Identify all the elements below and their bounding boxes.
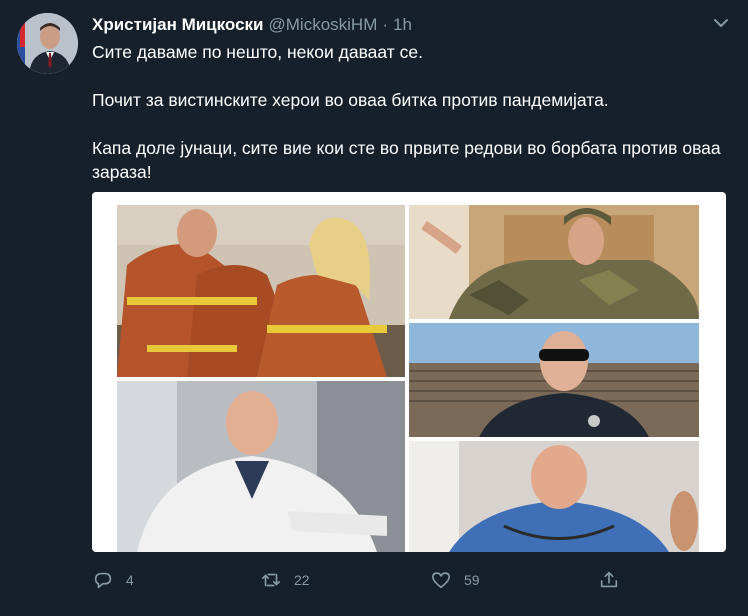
photo-surgeon [409, 441, 699, 552]
tweet-paragraph: Капа доле јунаци, сите вие кои сте во пр… [92, 138, 721, 182]
avatar-image [17, 13, 78, 74]
tweet-card[interactable]: Христијан Мицкоски @MickoskiHM · 1h Сите… [0, 0, 748, 616]
tweet-header: Христијан Мицкоски @MickoskiHM · 1h [92, 14, 412, 36]
reply-button[interactable]: 4 [92, 568, 134, 592]
photo-police-officer [409, 323, 699, 437]
share-icon [600, 571, 618, 588]
photo-soldier [409, 205, 699, 319]
tweet-text: Сите даваме по нешто, некои даваат се. П… [92, 40, 732, 184]
retweet-count: 22 [294, 572, 310, 588]
author-handle[interactable]: @MickoskiHM [269, 15, 378, 35]
retweet-icon [261, 573, 281, 587]
like-button[interactable]: 59 [430, 568, 480, 592]
tweet-paragraph: Почит за вистинските херои во оваа битка… [92, 90, 609, 110]
retweet-button[interactable]: 22 [260, 568, 310, 592]
author-name[interactable]: Христијан Мицкоски [92, 15, 264, 35]
tweet-paragraph: Сите даваме по нешто, некои даваат се. [92, 42, 423, 62]
reply-icon [94, 572, 112, 589]
reply-count: 4 [126, 572, 134, 588]
tweet-media-image[interactable] [92, 192, 726, 552]
separator-dot: · [382, 15, 389, 34]
timestamp[interactable]: 1h [393, 15, 412, 35]
chevron-down-icon[interactable] [712, 14, 730, 32]
heart-icon [431, 572, 451, 589]
share-button[interactable] [598, 568, 620, 592]
photo-firefighters [117, 205, 405, 377]
avatar[interactable] [17, 13, 78, 74]
photo-doctor [117, 381, 405, 552]
like-count: 59 [464, 572, 480, 588]
tweet-actions: 4 22 59 [92, 568, 652, 592]
